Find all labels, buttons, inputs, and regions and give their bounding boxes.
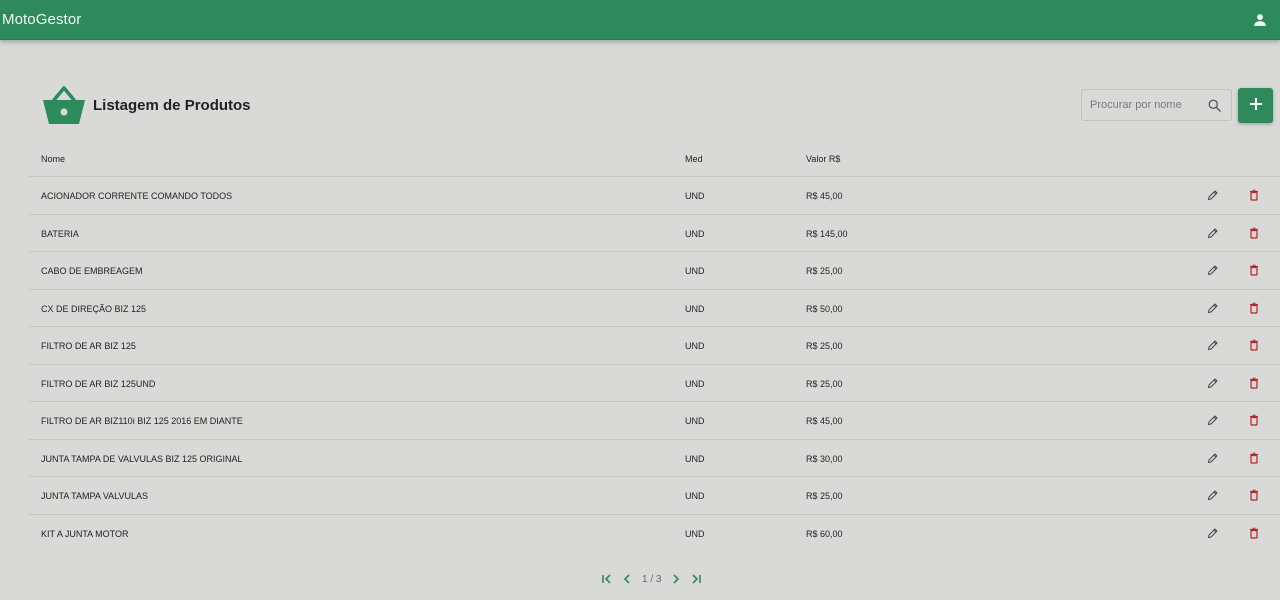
page-info: 1 / 3 [642, 573, 662, 585]
cell-nome: CX DE DIREÇÃO BIZ 125 [41, 303, 147, 314]
cell-nome: FILTRO DE AR BIZ 125UND [41, 378, 156, 389]
cell-nome: FILTRO DE AR BIZ110i BIZ 125 2016 EM DIA… [41, 416, 243, 426]
pencil-icon[interactable] [1207, 339, 1221, 353]
search-field [1081, 89, 1232, 121]
table-row: BATERIA UND R$ 145,00 [29, 215, 1280, 252]
trash-icon[interactable] [1248, 189, 1262, 203]
trash-icon[interactable] [1248, 377, 1262, 391]
pencil-icon[interactable] [1207, 377, 1221, 391]
table-row: JUNTA TAMPA VALVULAS UND R$ 25,00 [29, 477, 1280, 515]
cell-med: UND [685, 303, 705, 314]
cell-med: UND [685, 191, 705, 201]
basket-icon [42, 84, 86, 126]
table-row: KIT A JUNTA MOTOR UND R$ 60,00 [29, 515, 1280, 553]
cell-nome: ACIONADOR CORRENTE COMANDO TODOS [41, 191, 233, 201]
column-header-valor[interactable]: Valor R$ [806, 154, 840, 164]
column-header-nome[interactable]: Nome [41, 154, 65, 164]
table-row: FILTRO DE AR BIZ 125UND UND R$ 25,00 [29, 365, 1280, 402]
cell-valor: R$ 145,00 [806, 228, 848, 239]
table-header: Nome Med Valor R$ [29, 140, 1280, 177]
cell-nome: FILTRO DE AR BIZ 125 [41, 341, 136, 351]
cell-valor: R$ 25,00 [806, 491, 843, 501]
add-product-button[interactable] [1238, 88, 1273, 123]
cell-valor: R$ 25,00 [806, 378, 843, 389]
pencil-icon[interactable] [1207, 189, 1221, 203]
pencil-icon[interactable] [1207, 452, 1221, 466]
cell-med: UND [685, 378, 705, 389]
pagination: 1 / 3 [600, 571, 703, 587]
page-title: Listagem de Produtos [93, 97, 251, 114]
cell-med: UND [685, 228, 705, 239]
products-table: Nome Med Valor R$ ACIONADOR CORRENTE COM… [29, 140, 1280, 552]
cell-valor: R$ 50,00 [806, 303, 843, 314]
chevron-right-icon[interactable] [669, 572, 683, 586]
table-row: CX DE DIREÇÃO BIZ 125 UND R$ 50,00 [29, 290, 1280, 327]
trash-icon[interactable] [1248, 339, 1262, 353]
last-page-icon[interactable] [689, 572, 703, 586]
cell-med: UND [685, 491, 705, 501]
trash-icon[interactable] [1248, 527, 1262, 541]
cell-nome: KIT A JUNTA MOTOR [41, 528, 129, 539]
cell-nome: JUNTA TAMPA DE VALVULAS BIZ 125 ORIGINAL [41, 453, 243, 464]
cell-valor: R$ 45,00 [806, 191, 843, 201]
cell-valor: R$ 60,00 [806, 528, 843, 539]
trash-icon[interactable] [1248, 302, 1262, 316]
chevron-left-icon[interactable] [620, 572, 634, 586]
table-row: ACIONADOR CORRENTE COMANDO TODOS UND R$ 45… [29, 177, 1280, 215]
plus-icon [1249, 97, 1263, 114]
pencil-icon[interactable] [1207, 489, 1221, 503]
user-icon[interactable] [1252, 12, 1268, 28]
cell-med: UND [685, 266, 705, 276]
pencil-icon[interactable] [1207, 302, 1221, 316]
trash-icon[interactable] [1248, 489, 1262, 503]
cell-nome: JUNTA TAMPA VALVULAS [41, 491, 149, 501]
trash-icon[interactable] [1248, 452, 1262, 466]
app-title: MotoGestor [2, 11, 82, 28]
cell-med: UND [685, 341, 705, 351]
cell-med: UND [685, 453, 705, 464]
cell-valor: R$ 25,00 [806, 266, 843, 276]
top-app-bar: MotoGestor [0, 0, 1280, 40]
page-header: Listagem de Produtos [0, 80, 1280, 130]
pencil-icon[interactable] [1207, 264, 1221, 278]
pencil-icon[interactable] [1207, 227, 1221, 241]
table-row: FILTRO DE AR BIZ110i BIZ 125 2016 EM DIA… [29, 402, 1280, 440]
cell-valor: R$ 30,00 [806, 453, 843, 464]
search-icon[interactable] [1207, 98, 1222, 113]
trash-icon[interactable] [1248, 264, 1262, 278]
cell-valor: R$ 45,00 [806, 416, 843, 426]
cell-med: UND [685, 528, 705, 539]
trash-icon[interactable] [1248, 414, 1262, 428]
pencil-icon[interactable] [1207, 414, 1221, 428]
table-body: ACIONADOR CORRENTE COMANDO TODOS UND R$ 45… [29, 177, 1280, 552]
search-input[interactable] [1082, 90, 1202, 120]
column-header-med[interactable]: Med [685, 154, 703, 164]
cell-nome: BATERIA [41, 228, 79, 239]
cell-valor: R$ 25,00 [806, 341, 843, 351]
cell-med: UND [685, 416, 705, 426]
pencil-icon[interactable] [1207, 527, 1221, 541]
trash-icon[interactable] [1248, 227, 1262, 241]
table-row: FILTRO DE AR BIZ 125 UND R$ 25,00 [29, 327, 1280, 365]
cell-nome: CABO DE EMBREAGEM [41, 266, 143, 276]
table-row: CABO DE EMBREAGEM UND R$ 25,00 [29, 252, 1280, 290]
first-page-icon[interactable] [600, 572, 614, 586]
table-row: JUNTA TAMPA DE VALVULAS BIZ 125 ORIGINAL… [29, 440, 1280, 477]
